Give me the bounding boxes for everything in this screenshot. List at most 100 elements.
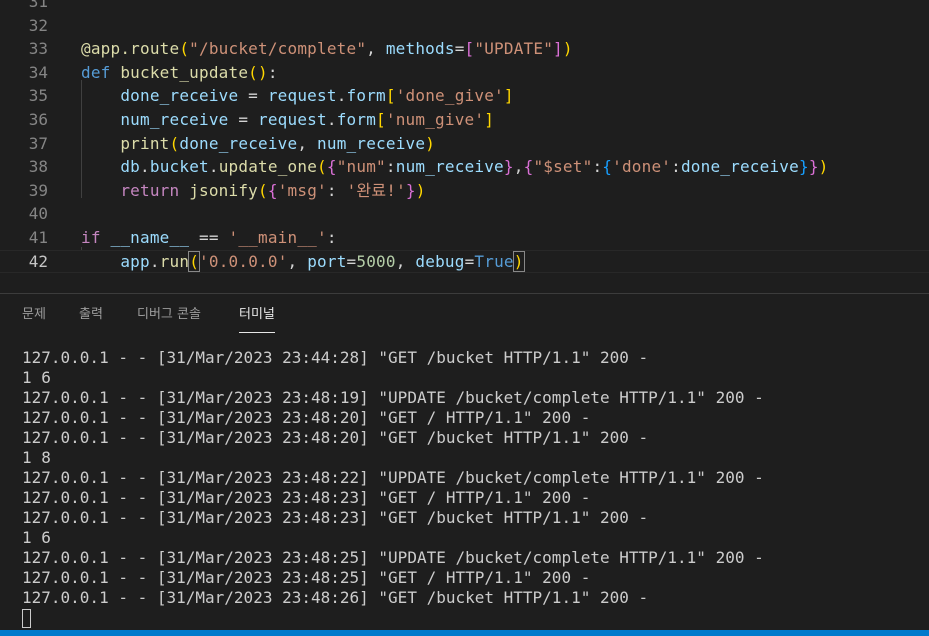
code-line[interactable]: 40: [0, 202, 929, 226]
code-line[interactable]: 42 app.run('0.0.0.0', port=5000, debug=T…: [0, 249, 929, 274]
code-token: }: [798, 157, 809, 177]
terminal-line: 127.0.0.1 - - [31/Mar/2023 23:48:25] "GE…: [22, 568, 591, 587]
status-bar: [0, 630, 929, 636]
code-token: .: [149, 251, 160, 271]
code-token: }: [503, 157, 514, 177]
code-token: (: [188, 250, 201, 272]
code-text: done_receive = request.form['done_give']: [81, 84, 514, 108]
tab-debug-console[interactable]: 디버그 콘솔: [137, 306, 201, 332]
terminal-line: 127.0.0.1 - - [31/Mar/2023 23:48:20] "GE…: [22, 408, 591, 427]
code-text: return jsonify({'msg': '완료!'}): [81, 179, 426, 203]
terminal-output[interactable]: 127.0.0.1 - - [31/Mar/2023 23:44:28] "GE…: [22, 348, 922, 628]
code-token: done_receive: [680, 157, 799, 177]
code-token: '0.0.0.0': [199, 251, 288, 271]
code-line[interactable]: 41 if __name__ == '__main__':: [0, 226, 929, 250]
code-line[interactable]: 31: [0, 0, 929, 14]
code-token: (: [179, 39, 190, 59]
line-number: 40: [28, 204, 48, 224]
code-token: form: [346, 86, 386, 106]
code-text: print(done_receive, num_receive): [81, 132, 435, 156]
terminal-line: 127.0.0.1 - - [31/Mar/2023 23:48:19] "UP…: [22, 388, 764, 407]
terminal-cursor: [22, 609, 31, 628]
code-token: =: [238, 86, 268, 106]
code-token: :: [267, 62, 278, 82]
code-line[interactable]: 36 num_receive = request.form['num_give'…: [0, 108, 929, 132]
terminal-line: 127.0.0.1 - - [31/Mar/2023 23:48:23] "GE…: [22, 488, 591, 507]
code-line[interactable]: 33 @app.route("/bucket/complete", methods…: [0, 37, 929, 61]
code-token: return: [120, 180, 190, 200]
code-token: num_receive: [395, 157, 504, 177]
terminal-line: 127.0.0.1 - - [31/Mar/2023 23:48:23] "GE…: [22, 508, 649, 527]
code-token: '완료!': [346, 180, 406, 200]
code-token: ,: [513, 157, 524, 177]
line-number: 34: [28, 62, 48, 82]
code-token: (: [317, 157, 327, 177]
line-number: 32: [28, 15, 48, 35]
line-number: 38: [28, 157, 48, 177]
code-line[interactable]: 34 def bucket_update():: [0, 61, 929, 85]
tab-output[interactable]: 출력: [79, 306, 103, 332]
code-token: ]: [503, 86, 514, 106]
code-token: }: [808, 157, 819, 177]
code-line[interactable]: 37 print(done_receive, num_receive): [0, 132, 929, 156]
panel-tab-bar: 문제 출력 디버그 콘솔 터미널: [0, 294, 929, 338]
code-token: [: [464, 39, 475, 59]
terminal-line: 127.0.0.1 - - [31/Mar/2023 23:48:25] "UP…: [22, 548, 764, 567]
terminal-prompt-line[interactable]: [22, 608, 922, 628]
code-token: True: [474, 251, 514, 271]
code-token: ): [562, 39, 573, 59]
code-token: request: [267, 86, 337, 106]
code-token: 'msg': [277, 180, 327, 200]
code-token: 'done_give': [395, 86, 504, 106]
terminal-line: 127.0.0.1 - - [31/Mar/2023 23:48:22] "UP…: [22, 468, 764, 487]
code-token: .: [336, 86, 347, 106]
code-token: port: [307, 251, 347, 271]
code-text: def bucket_update():: [81, 61, 278, 85]
terminal-line: 1 6: [22, 528, 51, 547]
tab-terminal[interactable]: 터미널: [239, 306, 275, 333]
code-token: bucket: [149, 157, 209, 177]
code-token: =: [454, 39, 465, 59]
code-token: :: [326, 180, 347, 200]
code-token: ): [425, 133, 436, 153]
code-token: done_receive: [179, 133, 298, 153]
code-text: db.bucket.update_one({"num":num_receive}…: [81, 155, 829, 179]
code-token: "num": [336, 157, 386, 177]
code-text: app.run('0.0.0.0', port=5000, debug=True…: [81, 250, 525, 274]
tab-problems[interactable]: 문제: [22, 306, 46, 332]
code-line[interactable]: 32: [0, 14, 929, 38]
line-number: 33: [28, 39, 48, 59]
code-editor[interactable]: 31 32 33 @app.route("/bucket/complete", met…: [0, 0, 929, 293]
code-token: {: [326, 157, 337, 177]
terminal-line: 127.0.0.1 - - [31/Mar/2023 23:48:26] "GE…: [22, 588, 649, 607]
line-number: 41: [28, 228, 48, 247]
code-token: (: [169, 133, 180, 153]
code-token: db: [120, 157, 141, 177]
code-token: "$set": [533, 157, 593, 177]
code-line[interactable]: 38 db.bucket.update_one({"num":num_recei…: [0, 155, 929, 179]
code-token: .: [326, 110, 337, 129]
code-token: bucket_update: [120, 62, 249, 82]
line-number: 42: [28, 251, 48, 271]
code-token: [: [376, 110, 386, 129]
code-text: if __name__ == '__main__':: [81, 226, 337, 250]
line-number: 39: [28, 180, 48, 200]
code-token: ,: [395, 251, 416, 271]
code-token: 5000: [356, 251, 396, 271]
code-token: =: [228, 110, 259, 129]
code-token: debug: [415, 251, 465, 271]
code-line[interactable]: 35 done_receive = request.form['done_giv…: [0, 84, 929, 108]
code-token: :: [326, 228, 337, 247]
terminal-line: 127.0.0.1 - - [31/Mar/2023 23:44:28] "GE…: [22, 348, 649, 367]
code-token: request: [258, 110, 327, 129]
code-token: ]: [484, 110, 495, 129]
line-number: 37: [28, 133, 48, 153]
code-line[interactable]: 39 return jsonify({'msg': '완료!'}): [0, 179, 929, 203]
code-text: num_receive = request.form['num_give']: [81, 108, 494, 132]
